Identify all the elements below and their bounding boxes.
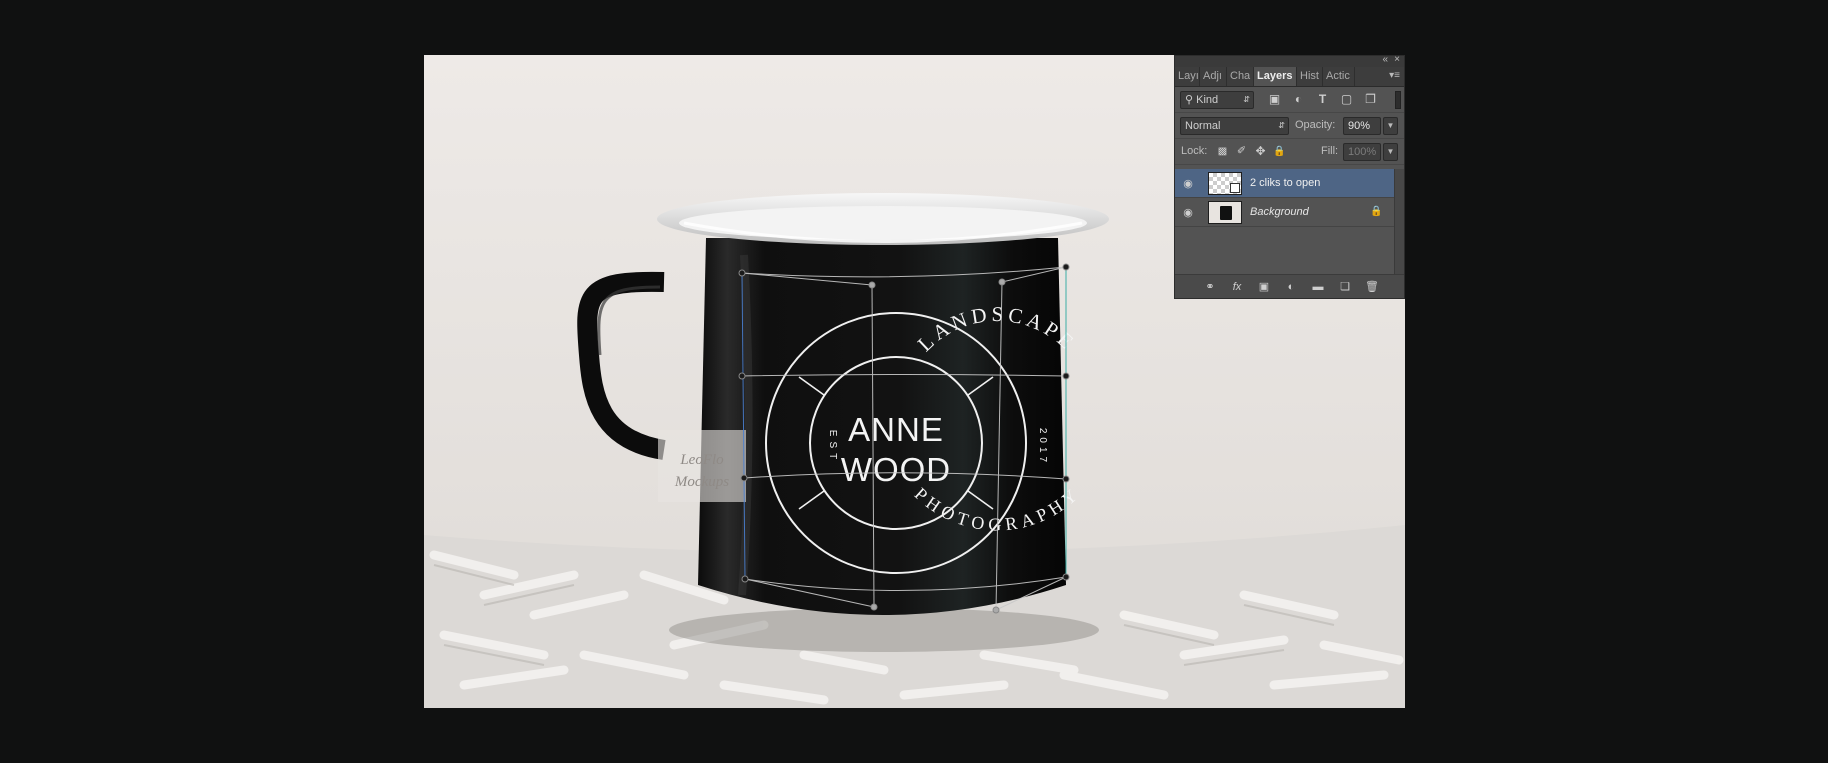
panel-menu-icon[interactable]: ▾≡ <box>1389 70 1400 81</box>
lock-transparency-icon[interactable]: ▩ <box>1215 144 1230 159</box>
tab-actions[interactable]: Actic <box>1323 67 1355 86</box>
workspace: LANDSCAPE PHOTOGRAPHY ANNE WOOD EST 2017… <box>0 0 1828 763</box>
lock-label: Lock: <box>1181 145 1208 157</box>
fx-icon[interactable]: fx <box>1230 280 1244 294</box>
smart-object-filter-icon[interactable]: ❐ <box>1363 92 1378 107</box>
blend-mode-select[interactable]: Normal ⇵ <box>1180 117 1289 135</box>
close-icon[interactable]: × <box>1394 54 1400 65</box>
lock-brush-icon[interactable]: ✐ <box>1234 144 1249 159</box>
tab-history[interactable]: Hist <box>1297 67 1323 86</box>
kind-filter-select[interactable]: ⚲ Kind ⇵ <box>1180 91 1254 109</box>
filter-row: ⚲ Kind ⇵ ▣ ◐ T ▢ ❐ <box>1175 87 1404 113</box>
layer-row-background[interactable]: ◉ Background 🔒 <box>1175 198 1395 227</box>
lock-all-icon[interactable]: 🔒 <box>1272 144 1287 159</box>
search-icon: ⚲ <box>1185 94 1194 106</box>
shape-filter-icon[interactable]: ▢ <box>1339 92 1354 107</box>
blend-row: Normal ⇵ Opacity: 90% ▼ <box>1175 113 1404 139</box>
logo-left-side: EST <box>827 430 838 464</box>
smart-object-thumbnail <box>1208 172 1242 195</box>
visibility-eye-icon[interactable]: ◉ <box>1181 206 1195 219</box>
updown-icon: ⇵ <box>1278 121 1285 130</box>
fill-dropdown-button[interactable]: ▼ <box>1383 143 1398 161</box>
adjustment-layer-icon[interactable]: ◐ <box>1284 280 1298 294</box>
fill-input[interactable]: 100% <box>1343 143 1381 161</box>
layer-list: ◉ 2 cliks to open ◉ Background 🔒 <box>1175 169 1395 277</box>
filter-toggle[interactable] <box>1395 91 1401 109</box>
fill-label: Fill: <box>1321 145 1339 157</box>
background-thumbnail <box>1208 201 1242 224</box>
trash-icon[interactable]: 🗑 <box>1365 280 1379 294</box>
type-filter-icon[interactable]: T <box>1315 92 1330 107</box>
logo-right-side: 2017 <box>1037 428 1048 466</box>
tab-channels[interactable]: Cha <box>1227 67 1254 86</box>
image-filter-icon[interactable]: ▣ <box>1267 92 1282 107</box>
logo-name-line2: WOOD <box>841 451 951 488</box>
updown-icon: ⇵ <box>1243 95 1250 104</box>
tab-adjustments[interactable]: Adjı <box>1200 67 1227 86</box>
lock-row: Lock: ▩ ✐ ✥ 🔒 Fill: 100% ▼ <box>1175 139 1404 165</box>
new-layer-icon[interactable]: ❏ <box>1338 280 1352 294</box>
kind-filter-label: Kind <box>1196 94 1219 106</box>
tab-layers-truncated[interactable]: Layı <box>1175 67 1200 86</box>
blend-mode-value: Normal <box>1185 120 1221 132</box>
double-chevron-left-icon[interactable]: « <box>1382 54 1388 65</box>
visibility-eye-icon[interactable]: ◉ <box>1181 177 1195 190</box>
opacity-label: Opacity: <box>1295 119 1336 131</box>
layers-bottom-toolbar: ⚭ fx ▣ ◐ ▬ ❏ 🗑 <box>1175 274 1404 298</box>
adjustment-filter-icon[interactable]: ◐ <box>1291 92 1306 107</box>
tab-layers[interactable]: Layers <box>1254 67 1297 86</box>
panel-tabs: Layı Adjı Cha Layers Hist Actic ▾≡ <box>1175 67 1404 87</box>
layer-row-smart-object[interactable]: ◉ 2 cliks to open <box>1175 169 1395 198</box>
layer-name[interactable]: Background <box>1250 206 1309 218</box>
panel-title-bar: « × <box>1175 54 1404 67</box>
logo-name-line1: ANNE <box>848 411 944 448</box>
lock-icon: 🔒 <box>1370 206 1383 217</box>
watermark-line2: Mockups <box>674 474 729 490</box>
add-mask-icon[interactable]: ▣ <box>1257 280 1271 294</box>
watermark: LeoFlo Mockups <box>658 430 746 502</box>
layers-scrollbar[interactable] <box>1394 169 1404 277</box>
opacity-dropdown-button[interactable]: ▼ <box>1383 117 1398 135</box>
opacity-input[interactable]: 90% <box>1343 117 1381 135</box>
link-layers-icon[interactable]: ⚭ <box>1203 280 1217 294</box>
watermark-line1: LeoFlo <box>679 452 724 468</box>
smart-object-badge-icon <box>1230 183 1240 193</box>
lock-position-icon[interactable]: ✥ <box>1253 144 1268 159</box>
layer-name[interactable]: 2 cliks to open <box>1250 177 1320 189</box>
new-group-icon[interactable]: ▬ <box>1311 280 1325 294</box>
layers-panel: « × Layı Adjı Cha Layers Hist Actic ▾≡ ⚲… <box>1174 54 1405 299</box>
